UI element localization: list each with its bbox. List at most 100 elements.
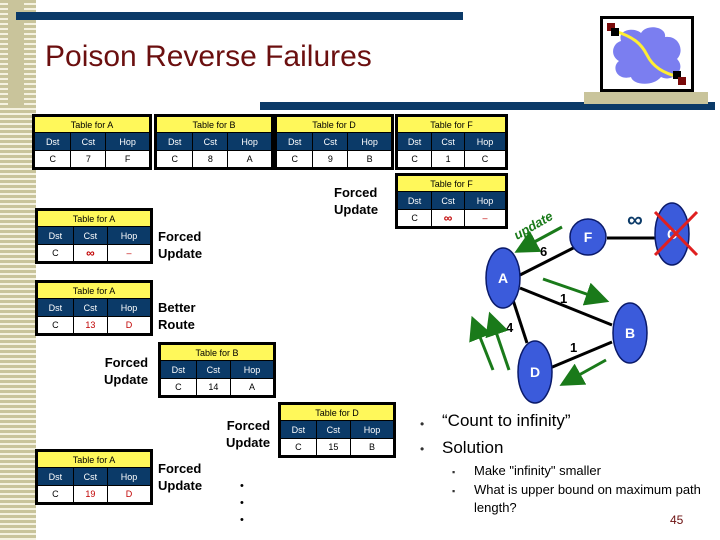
edge-a-b [519, 286, 613, 327]
cell-cst: ∞ [431, 209, 466, 228]
routing-table-f-initial: Table for F Dst Cst Hop C1C [395, 114, 508, 170]
header-dst: Dst [36, 226, 74, 245]
routing-table-a-initial: Table for A Dst Cst Hop C7F [32, 114, 152, 170]
title-bar-top [16, 12, 463, 20]
cell-cst: 15 [315, 438, 352, 457]
forced-update-label-f: Forced Update [334, 184, 378, 218]
cell-dst: C [279, 438, 317, 457]
header-hop: Hop [107, 226, 152, 245]
header-dst: Dst [395, 132, 433, 151]
cell-cst: 1 [431, 150, 466, 169]
arrow-b-to-d [559, 358, 607, 386]
header-cst: Cst [70, 132, 107, 151]
header-dst: Dst [32, 132, 72, 151]
update-label: update [511, 208, 555, 242]
ellipsis-dot: • [240, 497, 244, 509]
routing-table-b-initial: Table for B Dst Cst Hop C8A [154, 114, 274, 170]
cell-hop: A [230, 378, 275, 397]
slide-title: Poison Reverse Failures [45, 40, 372, 73]
cell-dst: C [159, 378, 197, 397]
cell-hop: D [107, 485, 152, 504]
table-caption: Table for D [279, 403, 395, 421]
node-a [485, 247, 521, 309]
header-hop: Hop [107, 467, 152, 486]
bullet-icon: • [420, 417, 425, 431]
node-c [654, 202, 690, 266]
cell-hop: – [464, 209, 507, 228]
sub-bullet-icon: ▪ [452, 467, 456, 477]
ellipsis-dot: • [240, 514, 244, 526]
node-b-label: B [625, 325, 635, 341]
header-hop: Hop [107, 298, 152, 317]
label-line: Update [226, 435, 271, 450]
cell-cst: ∞ [72, 244, 109, 263]
cost-a-b: 1 [560, 291, 567, 306]
ellipsis-dot: • [240, 480, 244, 492]
header-hop: Hop [464, 132, 507, 151]
cost-d-b: 1 [570, 340, 577, 355]
forced-update-label-a-final: Forced Update [158, 460, 202, 494]
node-f-label: F [584, 229, 593, 245]
cell-cst: 8 [192, 150, 229, 169]
cell-dst: C [32, 150, 72, 169]
label-line: Forced [226, 418, 271, 433]
failure-cross-icon [653, 210, 699, 257]
sub-bullet-infinity-smaller: Make "infinity" smaller [474, 463, 601, 478]
header-cst: Cst [72, 226, 109, 245]
cell-dst: C [395, 209, 433, 228]
table-caption: Table for F [396, 115, 507, 133]
cell-hop: F [105, 150, 151, 169]
routing-table-f-forced: Table for F Dst Cst Hop C ∞ – [395, 173, 508, 229]
cell-hop: B [350, 438, 395, 457]
label-line: Forced [158, 229, 202, 244]
cell-dst: C [36, 316, 74, 335]
forced-update-label-d: Forced Update [226, 417, 270, 451]
routing-table-a-final: Table for A Dst Cst Hop C 19 D [35, 449, 153, 505]
cell-hop: A [227, 150, 273, 169]
header-cst: Cst [431, 191, 466, 210]
header-dst: Dst [36, 467, 74, 486]
arrow-f-to-a [514, 225, 563, 253]
sub-bullet-icon: ▪ [452, 486, 456, 496]
arrow-a-to-b [542, 277, 610, 306]
cell-hop: C [464, 150, 507, 169]
network-cloud-icon [600, 16, 694, 92]
label-line: Better [158, 300, 196, 315]
table-caption: Table for A [33, 115, 151, 133]
table-caption: Table for B [159, 343, 275, 361]
label-line: Update [334, 202, 379, 217]
table-caption: Table for B [155, 115, 273, 133]
cell-cst: 14 [195, 378, 232, 397]
arrow-d-to-a-2 [469, 315, 495, 371]
header-hop: Hop [105, 132, 151, 151]
sub-bullet-upper-bound: What is upper bound on maximum path leng… [474, 482, 701, 515]
label-line: Update [104, 372, 149, 387]
header-dst: Dst [395, 191, 433, 210]
cell-hop: – [107, 244, 152, 263]
header-hop: Hop [227, 132, 273, 151]
table-caption: Table for A [36, 209, 152, 227]
header-cst: Cst [315, 420, 352, 439]
header-dst: Dst [159, 360, 197, 379]
forced-update-label-b: Forced Update [104, 354, 148, 388]
cell-hop: D [107, 316, 152, 335]
header-cst: Cst [195, 360, 232, 379]
node-d [517, 340, 553, 404]
header-dst: Dst [154, 132, 194, 151]
label-line: Route [158, 317, 195, 332]
ellipsis-dots: • • • [240, 478, 244, 529]
header-cst: Cst [312, 132, 349, 151]
edge-d-b [549, 340, 613, 370]
table-caption: Table for A [36, 450, 152, 468]
bullet-count-to-infinity: “Count to infinity” [442, 411, 571, 430]
header-cst: Cst [72, 298, 109, 317]
cell-dst: C [395, 150, 433, 169]
cell-dst: C [36, 485, 74, 504]
node-c-label: C [667, 226, 677, 242]
forced-update-label-a: Forced Update [158, 228, 202, 262]
routing-table-d-forced: Table for D Dst Cst Hop C 15 B [278, 402, 396, 458]
cell-cst: 13 [72, 316, 109, 335]
cell-cst: 19 [72, 485, 109, 504]
edge-a-d [511, 299, 529, 344]
header-dst: Dst [36, 298, 74, 317]
